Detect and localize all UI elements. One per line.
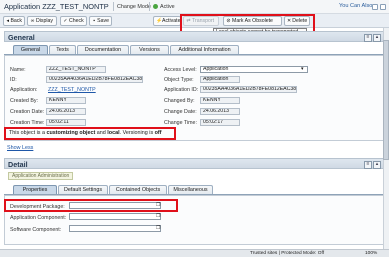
change-time-label: Change Time:	[164, 120, 197, 126]
you-can-also-link[interactable]: You Can Also	[339, 3, 372, 9]
settings-icon[interactable]	[380, 4, 386, 10]
section-title: Detail	[8, 160, 28, 169]
application-component-label: Application Component:	[10, 215, 67, 221]
activate-button[interactable]: ⚡ Activate	[153, 16, 181, 26]
tab-texts[interactable]: Texts	[49, 45, 76, 54]
change-date-field: 24.06.2013	[200, 108, 240, 115]
access-level-dropdown[interactable]: Application	[200, 66, 308, 73]
id-field: 00235AA4036A1ED2B78FE0812EAC38DF	[46, 76, 143, 83]
mode-label: Change Mode	[117, 4, 151, 10]
help-icon[interactable]	[372, 4, 378, 10]
save-button[interactable]: ▪ Save	[89, 16, 112, 26]
chevron-down-icon[interactable]: ▾	[301, 66, 304, 72]
tab-contained-objects[interactable]: Contained Objects	[109, 185, 167, 194]
change-date-label: Change Date:	[164, 109, 197, 115]
glasses-icon: ∞	[30, 17, 35, 24]
tab-miscellaneous[interactable]: Miscellaneous	[168, 185, 213, 194]
application-administration-button[interactable]: Application Administration	[8, 172, 74, 180]
software-component-label: Software Component:	[10, 227, 62, 233]
check-button[interactable]: ✓ Check	[60, 16, 87, 26]
value-help-icon[interactable]: ❐	[156, 213, 162, 220]
creation-date-field: 24.06.2013	[46, 108, 86, 115]
collapse-icon[interactable]: ▴	[373, 34, 381, 42]
object-type-label: Object Type:	[164, 77, 194, 83]
tab-documentation[interactable]: Documentation	[77, 45, 129, 54]
application-id-label: Application ID:	[164, 87, 199, 93]
security-zone-text: Trusted sites | Protected Mode: Off	[250, 251, 325, 256]
object-type-field: Application	[200, 76, 240, 83]
settings-icon[interactable]: ≡	[364, 34, 372, 42]
check-icon: ✓	[63, 17, 68, 24]
software-component-input[interactable]	[69, 225, 161, 232]
application-link[interactable]: ZZZ_TEST_NONTP	[48, 87, 96, 93]
application-id-field: 00235AA4036A1ED2B78FE0812EAC38DF	[200, 86, 297, 93]
name-field: ZZZ_TEST_NONTP	[46, 66, 106, 73]
browser-status-bar: Trusted sites | Protected Mode: Off 100%	[0, 249, 389, 257]
status-label: Active	[160, 4, 175, 10]
divider	[113, 2, 114, 11]
object-info-text: This object is a customizing object and …	[9, 130, 162, 136]
back-icon: ◂	[6, 17, 9, 24]
collapse-icon[interactable]: ▴	[373, 161, 381, 169]
zoom-level[interactable]: 100%	[365, 250, 377, 257]
change-time-field: 05:02:17	[200, 119, 240, 126]
save-icon: ▪	[93, 17, 95, 24]
created-by-field: KENNY	[46, 97, 86, 104]
activate-icon: ⚡	[156, 17, 163, 24]
divider	[149, 2, 150, 11]
application-label: Application:	[10, 87, 38, 93]
tab-versions[interactable]: Versions	[130, 45, 169, 54]
id-label: ID:	[10, 77, 17, 83]
tab-additional-information[interactable]: Additional Information	[170, 45, 239, 54]
name-label: Name:	[10, 67, 26, 73]
section-title: General	[8, 33, 35, 42]
scrollbar-thumb[interactable]	[383, 40, 389, 160]
changed-by-label: Changed By:	[164, 98, 195, 104]
application-component-input[interactable]	[69, 213, 161, 220]
value-help-icon[interactable]: ❐	[156, 225, 162, 232]
detail-section-header: Detail ≡ ▴	[4, 158, 385, 169]
tab-default-settings[interactable]: Default Settings	[58, 185, 108, 194]
active-status-icon	[153, 4, 158, 9]
back-button[interactable]: ◂ Back	[3, 16, 25, 26]
development-package-input[interactable]	[69, 202, 161, 209]
value-help-icon[interactable]: ❐	[156, 202, 162, 209]
development-package-label: Development Package:	[10, 204, 65, 210]
display-button[interactable]: ∞ Display	[27, 16, 57, 26]
title-bar: Application ZZZ_TEST_NONTP Change Mode A…	[0, 0, 389, 14]
tab-properties[interactable]: Properties	[13, 185, 57, 194]
creation-time-field: 05:02:11	[46, 119, 86, 126]
access-level-label: Access Level:	[164, 67, 197, 73]
changed-by-field: KENNY	[200, 97, 240, 104]
creation-date-label: Creation Date:	[10, 109, 45, 115]
show-less-link[interactable]: Show Less	[7, 145, 33, 151]
page-title: Application ZZZ_TEST_NONTP	[4, 2, 109, 11]
tab-general[interactable]: General	[13, 45, 48, 54]
creation-time-label: Creation Time:	[10, 120, 45, 126]
general-section-header: General ≡ ▴	[4, 31, 385, 42]
created-by-label: Created By:	[10, 98, 38, 104]
settings-icon[interactable]: ≡	[364, 161, 372, 169]
